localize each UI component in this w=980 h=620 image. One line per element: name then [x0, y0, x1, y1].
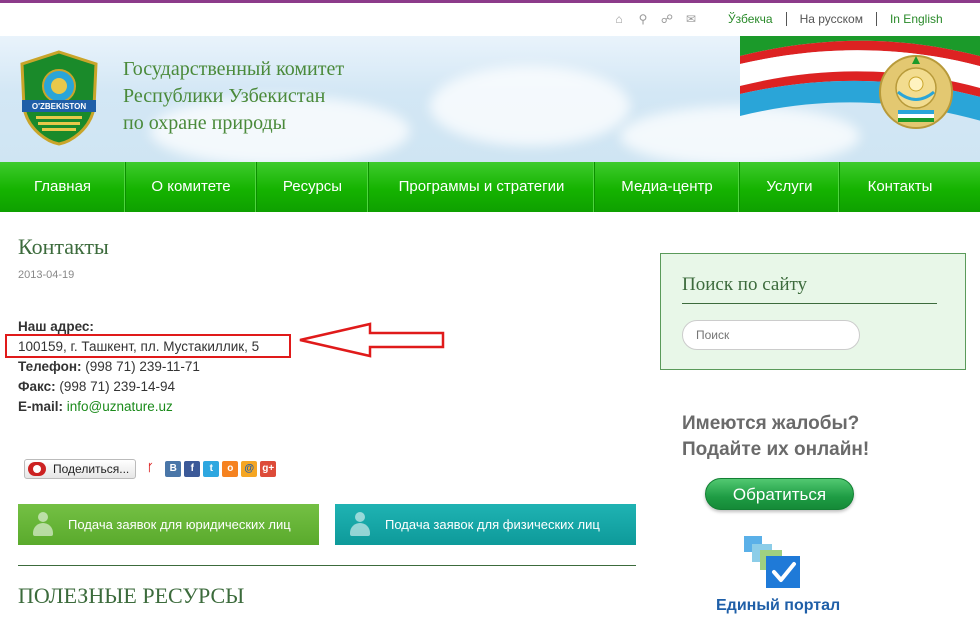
email-link[interactable]: info@uznature.uz [67, 399, 173, 414]
share-button[interactable]: Поделиться... [24, 459, 137, 479]
main-navigation: Главная О комитете Ресурсы Программы и с… [0, 162, 980, 212]
request-physical-label: Подача заявок для физических лиц [385, 517, 600, 532]
section-divider [18, 565, 636, 566]
share-bar: Поделиться... ᚴ B f t o @ g+ [24, 459, 277, 479]
nav-item-resources[interactable]: Ресурсы [257, 162, 369, 212]
top-accent-line [0, 0, 980, 3]
contact-details: Наш адрес: 100159, г. Ташкент, пл. Муста… [18, 317, 259, 417]
complaint-prompt: Имеются жалобы? Подайте их онлайн! [682, 411, 869, 463]
twitter-icon[interactable]: t [203, 461, 220, 477]
language-uzbek[interactable]: Ўзбекча [728, 12, 786, 26]
language-russian[interactable]: На русском [785, 12, 876, 26]
top-icon-group: ⌂ ⚲ ☍ ✉ [612, 12, 698, 26]
home-icon[interactable]: ⌂ [612, 12, 626, 26]
share-label: Поделиться... [53, 462, 130, 476]
title-line: Государственный комитет [123, 58, 345, 80]
organization-title: Государственный комитет Республики Узбек… [123, 56, 344, 137]
complaint-line: Подайте их онлайн! [682, 439, 870, 460]
committee-logo[interactable]: O'ZBEKISTON [18, 50, 100, 146]
language-switcher: Ўзбекча На русском In English [728, 12, 956, 26]
mailru-icon[interactable]: @ [241, 461, 258, 477]
nav-item-about[interactable]: О комитете [126, 162, 257, 212]
complaint-line: Имеются жалобы? [682, 413, 860, 434]
search-title: Поиск по сайту [682, 274, 808, 295]
request-individuals-button[interactable]: Подача заявок для физических лиц [335, 504, 636, 545]
phone-label: Телефон: [18, 359, 82, 374]
page-title: Контакты [18, 234, 109, 259]
person-icon [349, 511, 371, 538]
person-icon [32, 511, 54, 538]
search-divider [682, 303, 937, 304]
sitemap-icon[interactable]: ☍ [660, 12, 674, 26]
moikrug-icon[interactable]: ᚴ [142, 461, 159, 477]
vkontakte-icon[interactable]: B [165, 461, 182, 477]
logo-text: O'ZBEKISTON [32, 102, 86, 111]
nav-item-media[interactable]: Медиа-центр [595, 162, 740, 212]
fax-value: (998 71) 239-14-94 [59, 379, 175, 394]
portal-label[interactable]: Единый портал [716, 597, 840, 615]
nav-item-services[interactable]: Услуги [740, 162, 840, 212]
odnoklassniki-icon[interactable]: o [222, 461, 239, 477]
share-eye-icon [28, 462, 46, 476]
cloud-decoration [430, 66, 630, 146]
annotation-arrow [299, 322, 445, 358]
resources-heading: ПОЛЕЗНЫЕ РЕСУРСЫ [18, 583, 245, 608]
facebook-icon[interactable]: f [184, 461, 201, 477]
address-highlight-box [5, 334, 291, 358]
address-label: Наш адрес: [18, 319, 94, 334]
fax-label: Факс: [18, 379, 56, 394]
search-icon[interactable]: ⚲ [636, 12, 650, 26]
portal-checkmark-icon[interactable] [744, 536, 804, 592]
request-legal-entities-button[interactable]: Подача заявок для юридических лиц [18, 504, 319, 545]
title-line: Республики Узбекистан [123, 85, 326, 107]
phone-value: (998 71) 239-11-71 [85, 359, 200, 374]
apply-button[interactable]: Обратиться [705, 478, 854, 510]
publish-date: 2013-04-19 [18, 269, 75, 281]
googleplus-icon[interactable]: g+ [260, 461, 277, 477]
site-search-panel: Поиск по сайту [660, 253, 966, 370]
nav-item-contacts[interactable]: Контакты [840, 162, 960, 212]
state-emblem [879, 55, 953, 129]
site-header: O'ZBEKISTON Государственный комитет Респ… [0, 36, 980, 162]
language-english[interactable]: In English [875, 12, 956, 26]
nav-item-programs[interactable]: Программы и стратегии [369, 162, 595, 212]
email-label: E-mail: [18, 399, 64, 414]
top-bar: ⌂ ⚲ ☍ ✉ Ўзбекча На русском In English [0, 0, 980, 36]
nav-item-home[interactable]: Главная [0, 162, 126, 212]
title-line: по охране природы [123, 112, 287, 134]
request-legal-label: Подача заявок для юридических лиц [68, 517, 291, 532]
mail-icon[interactable]: ✉ [684, 12, 698, 26]
search-input[interactable] [682, 320, 860, 350]
